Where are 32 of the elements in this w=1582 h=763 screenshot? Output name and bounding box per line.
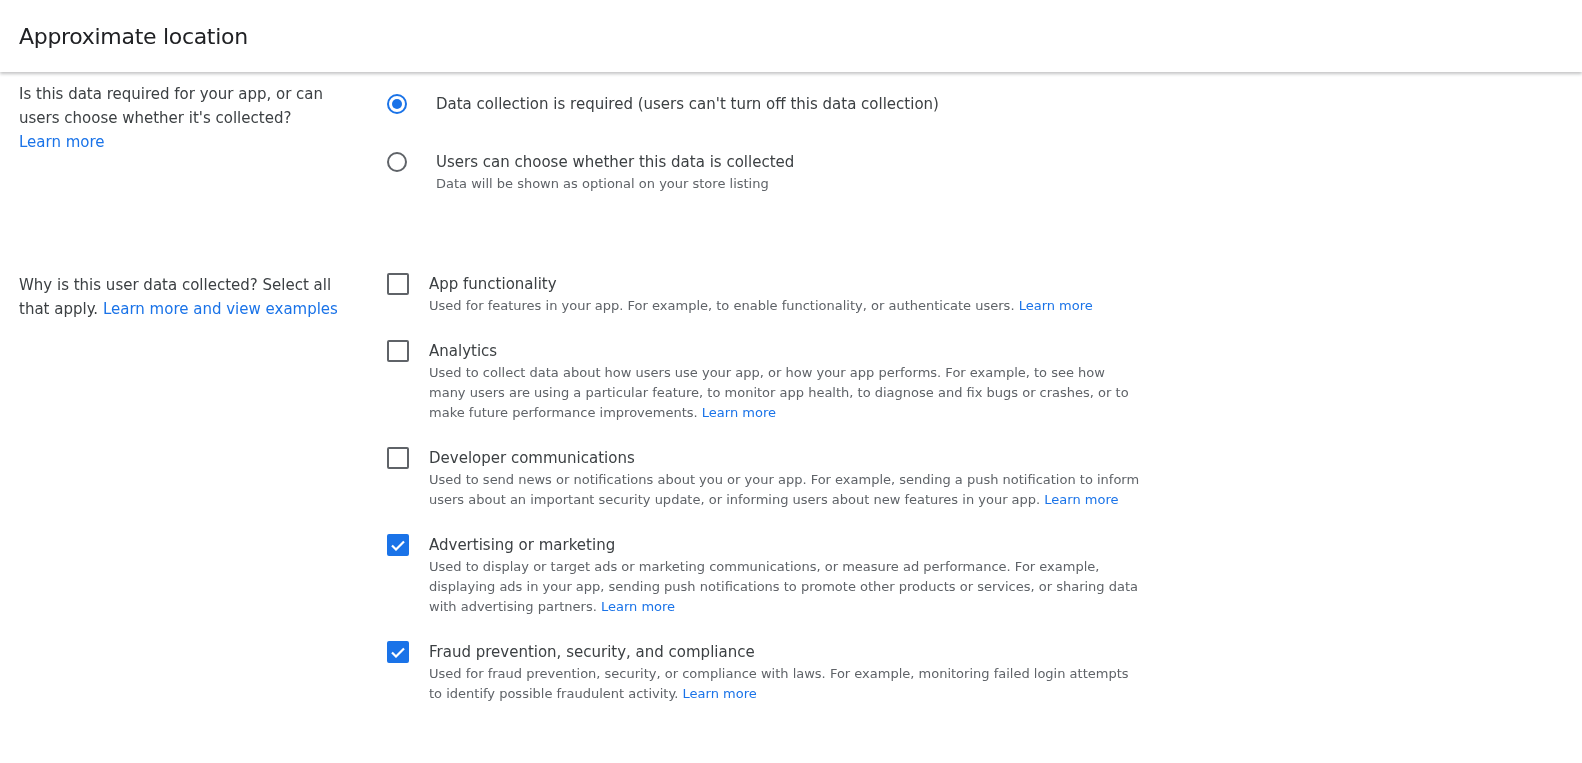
- checkmark-icon: [391, 646, 405, 658]
- radio-button[interactable]: [387, 94, 407, 114]
- option-description: Used for fraud prevention, security, or compliance with laws. For example, monitoring failed login attempts to identify possible fraudulent activity. Learn more: [429, 665, 1130, 703]
- checkbox[interactable]: [387, 340, 409, 362]
- page-title: Approximate location: [19, 23, 248, 49]
- learn-more-link[interactable]: Learn more: [701, 405, 776, 420]
- checkbox[interactable]: [387, 447, 409, 469]
- option-description: Used to send news or notifications about you or your app. For example, sending a push notification to inform users about an important security update, or informing users about new features in your app. Learn more: [429, 471, 1141, 509]
- option-label: App functionality: [429, 274, 558, 295]
- learn-more-link[interactable]: Learn more: [1018, 298, 1093, 313]
- option-description: Used for features in your app. For example, to enable functionality, or authenticate users. Learn more: [429, 297, 1094, 315]
- learn-more-link[interactable]: Learn more: [682, 686, 757, 701]
- option-label: Advertising or marketing: [429, 535, 617, 556]
- option-label: Developer communications: [429, 448, 636, 469]
- option-description: Used to display or target ads or marketing communications, or measure ad performance. For example, displaying ads in your app, sending push notifications to promote other products or services, or sharing data with advertising partners. Learn more: [429, 558, 1139, 616]
- learn-more-link[interactable]: Learn more and view examples: [102, 300, 338, 318]
- checkbox[interactable]: [387, 641, 409, 663]
- option-label: Analytics: [429, 341, 499, 362]
- checkmark-icon: [391, 539, 405, 551]
- option-hint: Data will be shown as optional on your store listing: [436, 175, 770, 193]
- checkbox[interactable]: [387, 273, 409, 295]
- question-text: Is this data required for your app, or can users choose whether it's collected? Learn more: [19, 84, 325, 153]
- question-text: Why is this user data collected? Select all that apply. Learn more and view examples: [19, 275, 339, 320]
- option-label: Data collection is required (users can't turn off this data collection): [436, 94, 939, 115]
- option-label: Fraud prevention, security, and compliance: [429, 642, 756, 663]
- radio-button[interactable]: [387, 152, 407, 172]
- learn-more-link[interactable]: Learn more: [1044, 492, 1119, 507]
- checkbox[interactable]: [387, 534, 409, 556]
- option-label: Users can choose whether this data is collected: [436, 152, 795, 173]
- learn-more-link[interactable]: Learn more: [600, 599, 676, 614]
- learn-more-link[interactable]: Learn more: [19, 133, 105, 151]
- option-description: Used to collect data about how users use your app, or how your app performs. For example, to see how many users are using a particular feature, to monitor app health, to diagnose and fix bugs or crashes, or to make future performance improvements. Learn more: [429, 364, 1130, 422]
